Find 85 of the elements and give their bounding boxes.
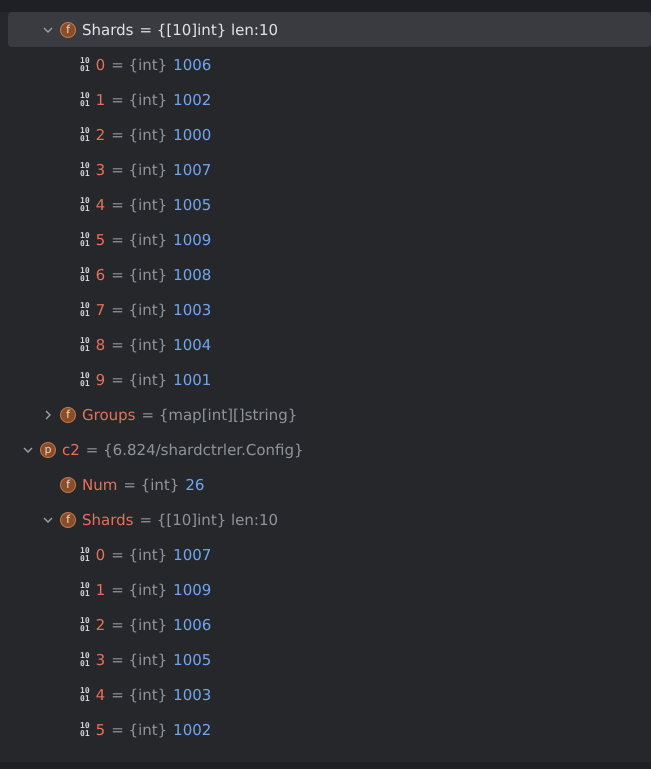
variable-type: = {map[int][]string}	[141, 406, 298, 424]
variable-name: 2	[96, 616, 106, 634]
variable-type: = {6.824/shardctrler.Config}	[86, 440, 304, 458]
variable-name: 3	[96, 650, 106, 668]
binary-icon: 10 01	[80, 126, 90, 142]
variable-type: = {int}	[111, 266, 168, 284]
binary-icon: 10 01	[80, 546, 90, 562]
variable-name: 6	[96, 266, 106, 284]
variable-name: Groups	[82, 406, 136, 424]
variable-type: = {int}	[111, 160, 168, 178]
binary-icon: 10 01	[80, 652, 90, 668]
variable-value: 1005	[173, 196, 212, 214]
tree-row[interactable]: f Shards = {[10]int} len:10	[8, 12, 651, 47]
variable-value: 1007	[173, 546, 212, 564]
variable-name: Shards	[82, 510, 134, 528]
variable-name: 4	[96, 196, 106, 214]
variable-value: 1009	[173, 230, 212, 248]
variable-type: = {int}	[111, 300, 168, 318]
field-badge-icon: f	[60, 22, 76, 38]
variable-value: 1000	[173, 126, 212, 144]
variable-type: = {[10]int} len:10	[139, 510, 278, 528]
binary-icon: 10 01	[80, 582, 90, 598]
variable-value: 1009	[173, 580, 212, 598]
variable-value: 1003	[173, 686, 212, 704]
variable-name: c2	[62, 440, 80, 458]
variable-name: Shards	[82, 20, 134, 38]
variable-name: 2	[96, 126, 106, 144]
variable-name: 5	[96, 230, 106, 248]
variable-value: 1006	[173, 56, 212, 74]
variable-value: 1006	[173, 616, 212, 634]
tree-row[interactable]: p c2 = {6.824/shardctrler.Config}	[8, 432, 651, 467]
variable-value: 1003	[173, 300, 212, 318]
variable-value: 1004	[173, 336, 212, 354]
binary-icon: 10 01	[80, 336, 90, 352]
variable-value: 1002	[173, 90, 212, 108]
variable-name: 9	[96, 370, 106, 388]
variable-value: 1007	[173, 160, 212, 178]
variable-type: = {int}	[111, 546, 168, 564]
variable-name: 1	[96, 580, 106, 598]
variable-type: = {int}	[111, 370, 168, 388]
binary-icon: 10 01	[80, 232, 90, 248]
field-badge-icon: f	[60, 476, 76, 492]
field-badge-icon: f	[60, 406, 76, 422]
variable-name: 5	[96, 720, 106, 738]
tree-row[interactable]: f Groups = {map[int][]string}	[8, 397, 651, 432]
variable-type: = {int}	[111, 56, 168, 74]
variable-name: 4	[96, 686, 106, 704]
variable-type: = {int}	[111, 126, 168, 144]
binary-icon: 10 01	[80, 56, 90, 72]
variable-value: 1001	[173, 370, 212, 388]
variable-name: 3	[96, 160, 106, 178]
binary-icon: 10 01	[80, 266, 90, 282]
variable-value: 1008	[173, 266, 212, 284]
binary-icon: 10 01	[80, 196, 90, 212]
variable-value: 1005	[173, 650, 212, 668]
variable-type: = {int}	[111, 580, 168, 598]
binary-icon: 10 01	[80, 162, 90, 178]
binary-icon: 10 01	[80, 372, 90, 388]
variable-name: 1	[96, 90, 106, 108]
variable-name: Num	[82, 476, 118, 494]
variable-type: = {int}	[111, 686, 168, 704]
binary-icon: 10 01	[80, 302, 90, 318]
variable-type: = {int}	[111, 196, 168, 214]
binary-icon: 10 01	[80, 686, 90, 702]
field-badge-icon: f	[60, 512, 76, 528]
variable-type: = {int}	[111, 336, 168, 354]
variable-type: = {[10]int} len:10	[139, 20, 278, 38]
tree-row[interactable]: f Num = {int} 26	[8, 467, 651, 502]
variable-type: = {int}	[111, 650, 168, 668]
variable-type: = {int}	[111, 90, 168, 108]
binary-icon: 10 01	[80, 616, 90, 632]
variable-name: 8	[96, 336, 106, 354]
variable-name: 7	[96, 300, 106, 318]
binary-icon: 10 01	[80, 722, 90, 738]
field-badge-icon: p	[40, 442, 56, 458]
variable-value: 1002	[173, 720, 212, 738]
tree-row[interactable]: f Shards = {[10]int} len:10	[8, 502, 651, 537]
variable-name: 0	[96, 546, 106, 564]
variable-value: 26	[185, 476, 204, 494]
variable-type: = {int}	[123, 476, 180, 494]
variable-type: = {int}	[111, 616, 168, 634]
variable-type: = {int}	[111, 720, 168, 738]
variable-type: = {int}	[111, 230, 168, 248]
variable-name: 0	[96, 56, 106, 74]
binary-icon: 10 01	[80, 92, 90, 108]
